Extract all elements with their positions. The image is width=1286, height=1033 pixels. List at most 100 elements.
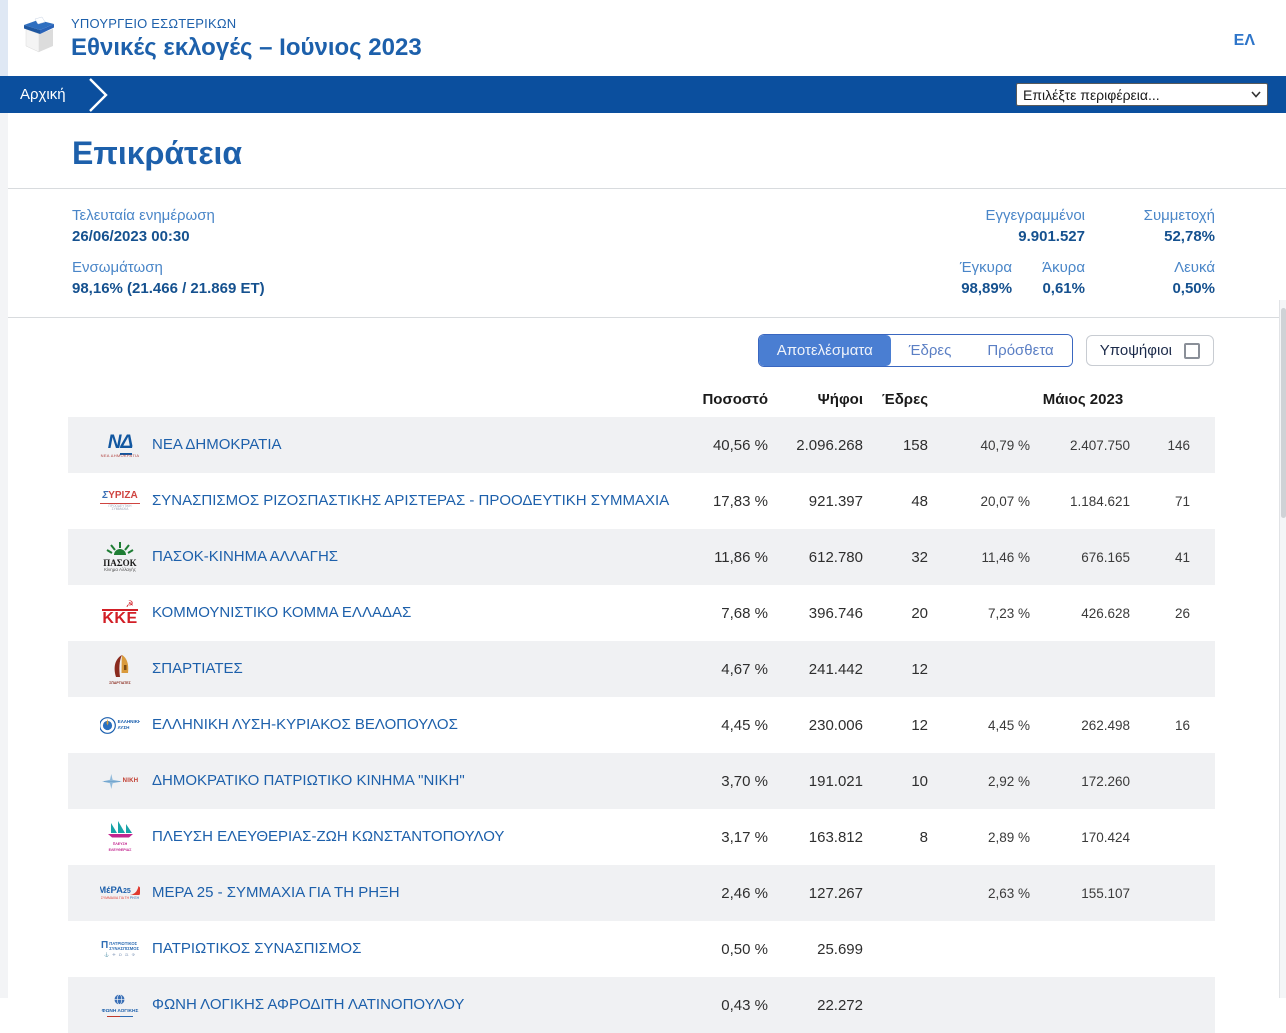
- party-votes: 2.096.268: [796, 436, 863, 454]
- party-votes: 230.006: [808, 716, 863, 734]
- candidates-toggle[interactable]: Υποψήφιοι: [1085, 335, 1214, 366]
- table-row: ΝΔ ΝΕΑ ΔΗΜΟΚΡΑΤΙΑ ΝΕΑ ΔΗΜΟΚΡΑΤΙΑ 40,56 % …: [68, 417, 1215, 473]
- header-votes: Ψήφοι: [817, 390, 863, 408]
- party-name-link[interactable]: ΠΑΤΡΙΩΤΙΚΟΣ ΣΥΝΑΣΠΙΣΜΟΣ: [152, 940, 678, 958]
- stats-row-1: Εγγεγραμμένοι 9.901.527 Συμμετοχή 52,78%: [985, 207, 1215, 245]
- party-percent: 0,50 %: [721, 940, 768, 958]
- stats-row-2: Έγκυρα 98,89% Άκυρα 0,61% Λευκά 0,50%: [960, 259, 1215, 297]
- party-seats: 48: [911, 492, 928, 510]
- invalid-stat: Άκυρα 0,61%: [1042, 259, 1085, 297]
- table-row: ΣΥΡΙΖΑ ΠΡΟΟΔΕΥΤΙΚΗ ΣΥΜΜΑΧΙΑ ΣΥΝΑΣΠΙΣΜΟΣ Ρ…: [68, 473, 1215, 529]
- header-may-2023: Μάιος 2023: [1042, 390, 1124, 408]
- party-name-link[interactable]: ΠΑΣΟΚ-ΚΙΝΗΜΑ ΑΛΛΑΓΗΣ: [152, 548, 678, 566]
- integration-label: Ενσωμάτωση: [72, 259, 163, 276]
- party-name-link[interactable]: ΜΕΡΑ 25 - ΣΥΜΜΑΧΙΑ ΓΙΑ ΤΗ ΡΗΞΗ: [152, 884, 678, 902]
- party-may-percent: 40,79 %: [980, 437, 1030, 453]
- party-votes: 612.780: [808, 548, 863, 566]
- party-votes: 396.746: [808, 604, 863, 622]
- party-percent: 40,56 %: [712, 436, 768, 454]
- table-row: Π ΠΑΤΡΙΩΤΙΚΟΣ ΣΥΝΑΣΠΙΣΜΟΣ ⚓ ✛ Ω ⚖ Φ ΠΑΤΡΙΩΤ…: [68, 921, 1215, 977]
- tab-extras[interactable]: Πρόσθετα: [969, 335, 1072, 366]
- party-may-votes: 676.165: [1081, 549, 1130, 565]
- ballot-box-icon: [18, 12, 60, 59]
- party-may-votes: 170.424: [1081, 829, 1130, 845]
- stats-right: Εγγεγραμμένοι 9.901.527 Συμμετοχή 52,78%…: [960, 207, 1215, 297]
- turnout-value: 52,78%: [1164, 228, 1215, 245]
- party-may-percent: 7,23 %: [987, 605, 1030, 621]
- turnout-stat: Συμμετοχή 52,78%: [1115, 207, 1215, 245]
- party-name-link[interactable]: ΕΛΛΗΝΙΚΗ ΛΥΣΗ-ΚΥΡΙΑΚΟΣ ΒΕΛΟΠΟΥΛΟΣ: [152, 716, 678, 734]
- results-table: Ποσοστό Ψήφοι Έδρες Μάιος 2023 ΝΔ ΝΕΑ ΔΗΜ…: [68, 381, 1215, 1033]
- party-may-votes: 426.628: [1081, 605, 1130, 621]
- party-votes: 22.272: [817, 996, 863, 1014]
- party-may-votes: 1.184.621: [1069, 493, 1130, 509]
- party-percent: 4,67 %: [721, 660, 768, 678]
- party-seats: 32: [911, 548, 928, 566]
- pasok-logo: ΠΑΣΟΚ Κίνημα Αλλαγής: [100, 536, 140, 578]
- table-row: ΠΛΕΥΣΗ ΕΛΕΥΘΕΡΙΑΣ ΠΛΕΥΣΗ ΕΛΕΥΘΕΡΙΑΣ-ΖΩΗ Κ…: [68, 809, 1215, 865]
- toolbar: Αποτελέσματα Έδρες Πρόσθετα Υποψήφιοι: [0, 318, 1286, 367]
- page-edge-top: [0, 0, 8, 76]
- party-percent: 17,83 %: [712, 492, 768, 510]
- party-percent: 4,45 %: [721, 716, 768, 734]
- party-name-link[interactable]: ΠΛΕΥΣΗ ΕΛΕΥΘΕΡΙΑΣ-ΖΩΗ ΚΩΝΣΤΑΝΤΟΠΟΥΛΟΥ: [152, 828, 678, 846]
- valid-value: 98,89%: [961, 280, 1013, 297]
- party-name-link[interactable]: ΣΥΝΑΣΠΙΣΜΟΣ ΡΙΖΟΣΠΑΣΤΙΚΗΣ ΑΡΙΣΤΕΡΑΣ - ΠΡ…: [152, 492, 678, 510]
- registered-label: Εγγεγραμμένοι: [985, 207, 1085, 224]
- party-may-votes: 2.407.750: [1069, 437, 1130, 453]
- scrollbar[interactable]: [1279, 300, 1286, 998]
- last-update-stat: Τελευταία ενημέρωση 26/06/2023 00:30: [72, 207, 265, 245]
- blank-stat: Λευκά 0,50%: [1115, 259, 1215, 297]
- party-name-link[interactable]: ΔΗΜΟΚΡΑΤΙΚΟ ΠΑΤΡΙΩΤΙΚΟ ΚΙΝΗΜΑ "ΝΙΚΗ": [152, 772, 678, 790]
- party-name-link[interactable]: ΝΕΑ ΔΗΜΟΚΡΑΤΙΑ: [152, 436, 678, 454]
- brand: ΥΠΟΥΡΓΕΙΟ ΕΣΩΤΕΡΙΚΩΝ Εθνικές εκλογές – Ι…: [18, 12, 422, 62]
- party-name-link[interactable]: ΣΠΑΡΤΙΑΤΕΣ: [152, 660, 678, 678]
- party-seats: 20: [911, 604, 928, 622]
- candidates-checkbox[interactable]: [1184, 342, 1200, 359]
- table-row: ΠΑΣΟΚ Κίνημα Αλλαγής ΠΑΣΟΚ-ΚΙΝΗΜΑ ΑΛΛΑΓΗΣ…: [68, 529, 1215, 585]
- party-may-percent: 2,63 %: [987, 885, 1030, 901]
- breadcrumb-home-link[interactable]: Αρχική: [20, 86, 66, 103]
- party-percent: 7,68 %: [721, 604, 768, 622]
- party-votes: 191.021: [808, 772, 863, 790]
- party-seats: 158: [902, 436, 928, 454]
- kke-logo: ☭ ΚΚΕ: [102, 598, 138, 627]
- party-votes: 163.812: [808, 828, 863, 846]
- tab-seats[interactable]: Έδρες: [890, 335, 970, 366]
- region-select[interactable]: Επιλέξτε περιφέρεια...: [1016, 83, 1268, 106]
- party-name-link[interactable]: ΦΩΝΗ ΛΟΓΙΚΗΣ ΑΦΡΟΔΙΤΗ ΛΑΤΙΝΟΠΟΥΛΟΥ: [152, 996, 678, 1014]
- language-switch[interactable]: ΕΛ: [1234, 32, 1255, 50]
- tab-group: Αποτελέσματα Έδρες Πρόσθετα: [757, 334, 1073, 367]
- app-header: ΥΠΟΥΡΓΕΙΟ ΕΣΩΤΕΡΙΚΩΝ Εθνικές εκλογές – Ι…: [0, 0, 1286, 76]
- foni-logikis-logo: ΦΩΝΗ ΛΟΓΙΚΗΣ: [100, 984, 140, 1026]
- region-select-wrap: Επιλέξτε περιφέρεια...: [1016, 83, 1268, 106]
- scrollbar-thumb[interactable]: [1281, 308, 1286, 518]
- tab-results[interactable]: Αποτελέσματα: [758, 335, 891, 366]
- spartiates-logo: ΣΠΑΡΤΙΑΤΕΣ: [100, 648, 140, 690]
- party-percent: 3,70 %: [721, 772, 768, 790]
- table-row: ΝΙΚΗ ΔΗΜΟΚΡΑΤΙΚΟ ΠΑΤΡΙΩΤΙΚΟ ΚΙΝΗΜΑ "ΝΙΚΗ…: [68, 753, 1215, 809]
- party-name-link[interactable]: ΚΟΜΜΟΥΝΙΣΤΙΚΟ ΚΟΜΜΑ ΕΛΛΑΔΑΣ: [152, 604, 678, 622]
- registered-stat: Εγγεγραμμένοι 9.901.527: [985, 207, 1085, 245]
- invalid-value: 0,61%: [1042, 280, 1085, 297]
- page-title: Επικράτεια: [72, 135, 243, 171]
- blank-label: Λευκά: [1174, 259, 1215, 276]
- last-update-value: 26/06/2023 00:30: [72, 228, 190, 245]
- breadcrumb: Αρχική Επιλέξτε περιφέρεια...: [0, 76, 1286, 113]
- valid-label: Έγκυρα: [959, 259, 1013, 276]
- breadcrumb-chevron-icon: [88, 77, 114, 112]
- party-seats: 12: [911, 716, 928, 734]
- patriotiko-logo: Π ΠΑΤΡΙΩΤΙΚΟΣ ΣΥΝΑΣΠΙΣΜΟΣ ⚓ ✛ Ω ⚖ Φ: [100, 940, 140, 958]
- table-row: ΣΠΑΡΤΙΑΤΕΣ ΣΠΑΡΤΙΑΤΕΣ 4,67 % 241.442 12: [68, 641, 1215, 697]
- page-edge-bottom: [0, 113, 8, 998]
- results-table-body: ΝΔ ΝΕΑ ΔΗΜΟΚΡΑΤΙΑ ΝΕΑ ΔΗΜΟΚΡΑΤΙΑ 40,56 % …: [68, 417, 1215, 1033]
- elliniki-lysi-logo: ΕΛΛΗΝΙΚΗ ΛΥΣΗ: [100, 704, 140, 746]
- party-votes: 241.442: [808, 660, 863, 678]
- party-percent: 3,17 %: [721, 828, 768, 846]
- party-percent: 2,46 %: [721, 884, 768, 902]
- party-may-seats: 146: [1167, 437, 1190, 453]
- party-percent: 0,43 %: [721, 996, 768, 1014]
- party-votes: 127.267: [808, 884, 863, 902]
- turnout-label: Συμμετοχή: [1143, 207, 1215, 224]
- party-votes: 25.699: [817, 940, 863, 958]
